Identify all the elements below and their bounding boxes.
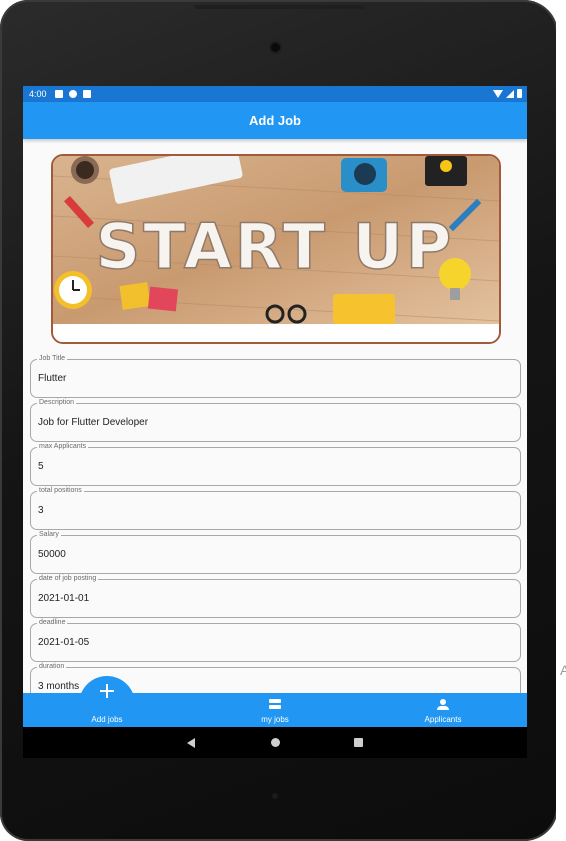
plus-icon xyxy=(100,684,114,698)
deadline-field[interactable]: deadline 2021-01-05 xyxy=(30,618,521,662)
camera-icon xyxy=(271,43,280,52)
bezel-bottom-dot xyxy=(272,793,278,799)
nav-add-jobs[interactable]: Add jobs xyxy=(57,684,157,727)
offscreen-glyph: A xyxy=(560,662,566,678)
description-value: Job for Flutter Developer xyxy=(38,417,149,428)
duration-value: 3 months xyxy=(38,681,80,692)
salary-value: 50000 xyxy=(38,549,66,560)
posting-date-label: date of job posting xyxy=(37,574,99,584)
notification-icons xyxy=(55,90,91,98)
total-positions-field[interactable]: total positions 3 xyxy=(30,486,521,530)
battery-icon xyxy=(517,89,522,98)
recents-icon[interactable] xyxy=(354,738,363,747)
job-title-field[interactable]: Job Title Flutter xyxy=(30,354,521,398)
deadline-value: 2021-01-05 xyxy=(38,637,90,648)
nav-my-jobs[interactable]: my jobs xyxy=(225,693,325,727)
bezel-top-line xyxy=(195,5,365,9)
sd-card-icon xyxy=(83,90,91,98)
nav-add-jobs-label: Add jobs xyxy=(91,715,123,724)
home-icon[interactable] xyxy=(271,738,280,747)
max-applicants-field[interactable]: max Applicants 5 xyxy=(30,442,521,486)
salary-field[interactable]: Salary 50000 xyxy=(30,530,521,574)
system-navigation-bar xyxy=(23,727,527,758)
app-bar: Add Job xyxy=(23,102,527,139)
nav-my-jobs-label: my jobs xyxy=(261,715,289,724)
description-label: Description xyxy=(37,398,77,408)
posting-date-value: 2021-01-01 xyxy=(38,593,90,604)
job-title-label: Job Title xyxy=(37,354,68,364)
duration-label: duration xyxy=(37,662,67,672)
nav-applicants-label: Applicants xyxy=(424,715,462,724)
max-applicants-label: max Applicants xyxy=(37,442,89,452)
banner-text: START UP xyxy=(96,210,455,283)
description-field[interactable]: Description Job for Flutter Developer xyxy=(30,398,521,442)
tablet-frame: 4:00 Add Job START UP Job Title Flutter … xyxy=(0,0,558,841)
deadline-label: deadline xyxy=(37,618,68,628)
page-edge xyxy=(556,0,566,841)
image-notification-icon xyxy=(55,90,63,98)
nav-applicants[interactable]: Applicants xyxy=(393,693,493,727)
status-time: 4:00 xyxy=(29,89,47,99)
jobs-icon xyxy=(269,699,281,710)
person-icon xyxy=(437,699,449,710)
job-title-value: Flutter xyxy=(38,373,67,384)
status-bar: 4:00 xyxy=(23,86,527,102)
signal-icon xyxy=(506,89,514,98)
max-applicants-value: 5 xyxy=(38,461,44,472)
app-notification-icon xyxy=(69,90,77,98)
posting-date-field[interactable]: date of job posting 2021-01-01 xyxy=(30,574,521,618)
total-positions-label: total positions xyxy=(37,486,84,496)
banner-illustration: START UP xyxy=(53,156,499,342)
startup-banner-image: START UP xyxy=(51,154,501,344)
salary-label: Salary xyxy=(37,530,61,540)
system-status-icons xyxy=(493,89,522,98)
page-title: Add Job xyxy=(249,113,301,128)
back-icon[interactable] xyxy=(187,738,195,748)
app-screen: 4:00 Add Job START UP Job Title Flutter … xyxy=(23,86,527,758)
total-positions-value: 3 xyxy=(38,505,44,516)
wifi-icon xyxy=(493,89,503,98)
